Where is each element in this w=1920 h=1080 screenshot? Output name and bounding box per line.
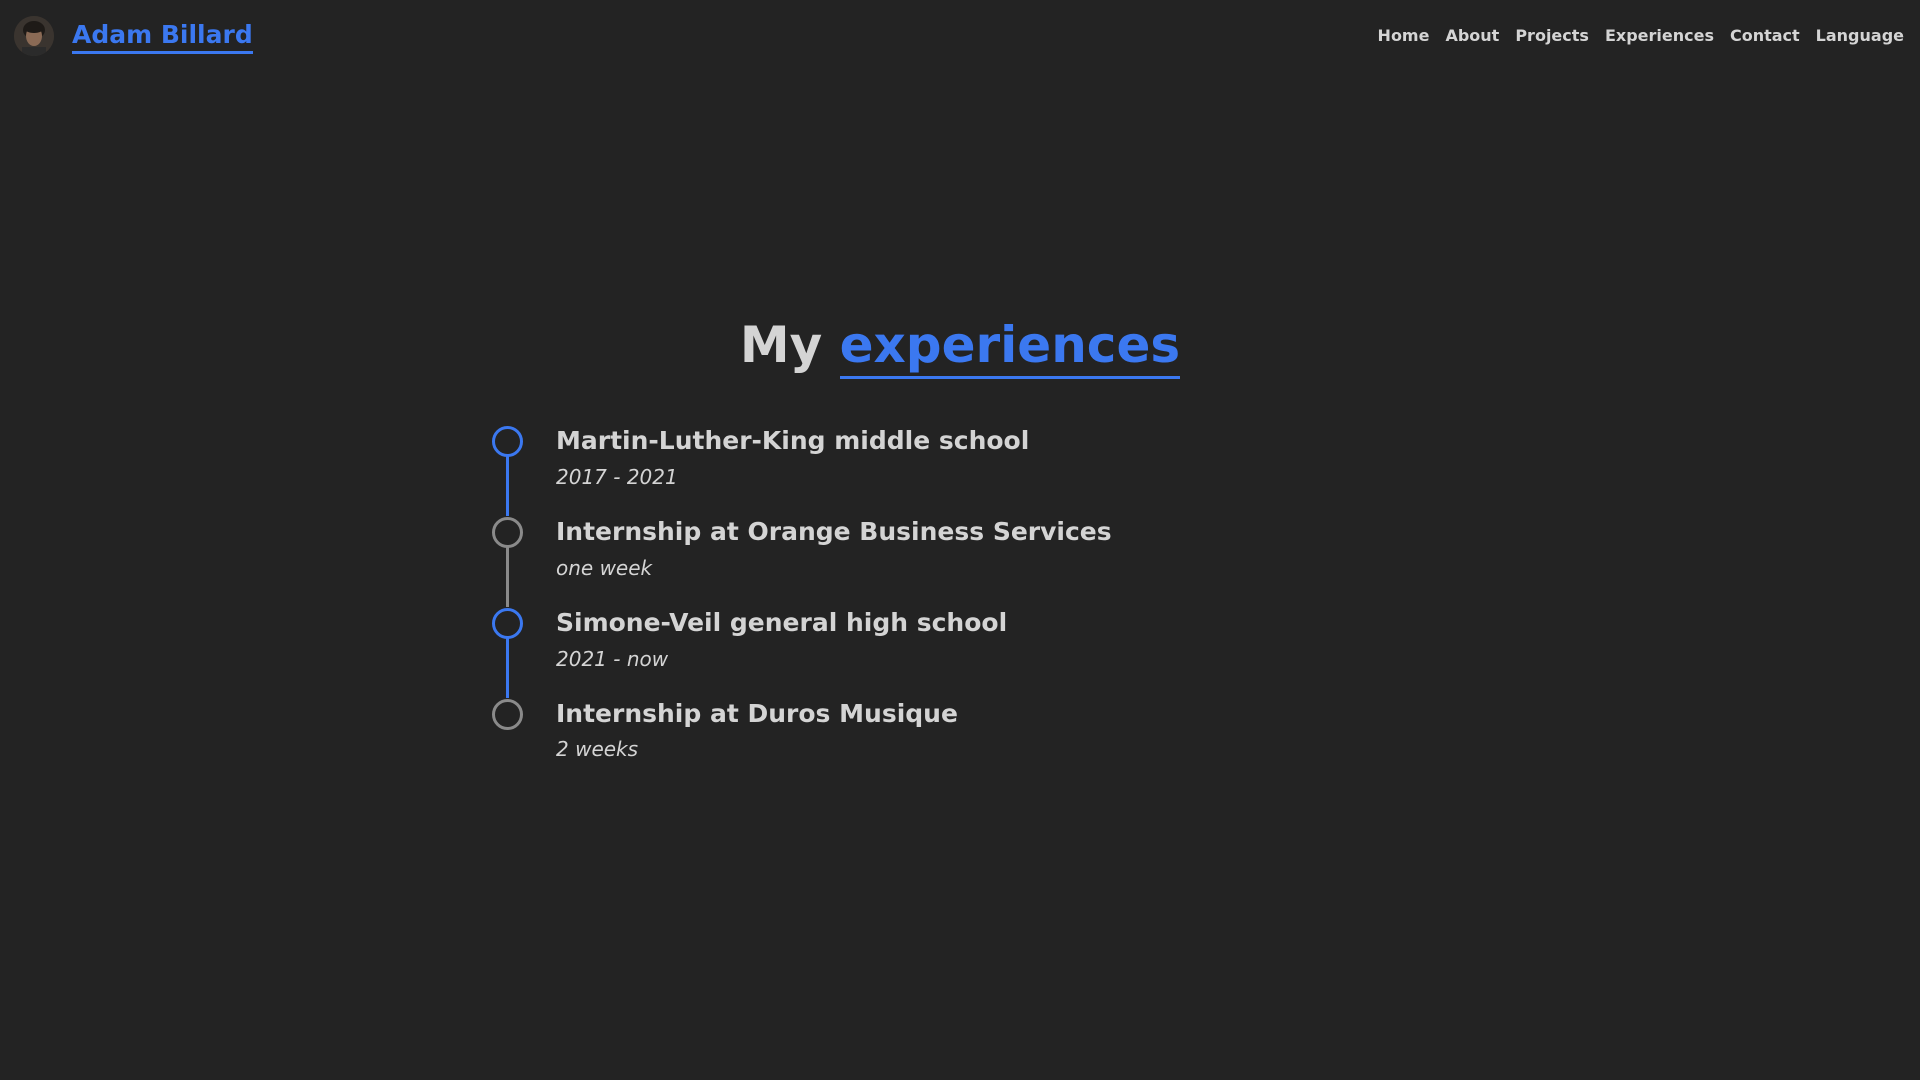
experience-title: Simone-Veil general high school bbox=[556, 608, 1008, 637]
nav-home[interactable]: Home bbox=[1378, 25, 1430, 47]
experience-timeline: Martin-Luther-King middle school 2017 - … bbox=[490, 424, 1390, 764]
experience-period: one week bbox=[556, 556, 653, 580]
experience-title: Internship at Orange Business Services bbox=[556, 517, 1112, 546]
nav-language[interactable]: Language bbox=[1816, 25, 1904, 47]
brand-link[interactable]: Adam Billard bbox=[72, 19, 253, 54]
page-title-highlight: experiences bbox=[839, 316, 1181, 379]
timeline-dot bbox=[492, 517, 523, 548]
main-nav: Home About Projects Experiences Contact … bbox=[1378, 25, 1904, 47]
experience-period: 2021 - now bbox=[556, 647, 669, 671]
timeline-dot bbox=[492, 608, 523, 639]
timeline-dot bbox=[492, 699, 523, 730]
nav-experiences[interactable]: Experiences bbox=[1605, 25, 1714, 47]
timeline-connector bbox=[506, 638, 509, 698]
experience-period: 2 weeks bbox=[556, 737, 639, 761]
experience-period: 2017 - 2021 bbox=[556, 465, 678, 489]
nav-projects[interactable]: Projects bbox=[1515, 25, 1589, 47]
timeline-connector bbox=[506, 456, 509, 516]
page-title-prefix: My bbox=[739, 316, 823, 374]
site-header: Adam Billard Home About Projects Experie… bbox=[0, 0, 1920, 72]
nav-about[interactable]: About bbox=[1445, 25, 1499, 47]
timeline-connector bbox=[506, 547, 509, 607]
avatar bbox=[14, 16, 54, 56]
page-title: My experiences bbox=[0, 310, 1920, 380]
experience-title: Internship at Duros Musique bbox=[556, 699, 958, 728]
experience-title: Martin-Luther-King middle school bbox=[556, 426, 1030, 455]
timeline-dot bbox=[492, 426, 523, 457]
nav-contact[interactable]: Contact bbox=[1730, 25, 1800, 47]
